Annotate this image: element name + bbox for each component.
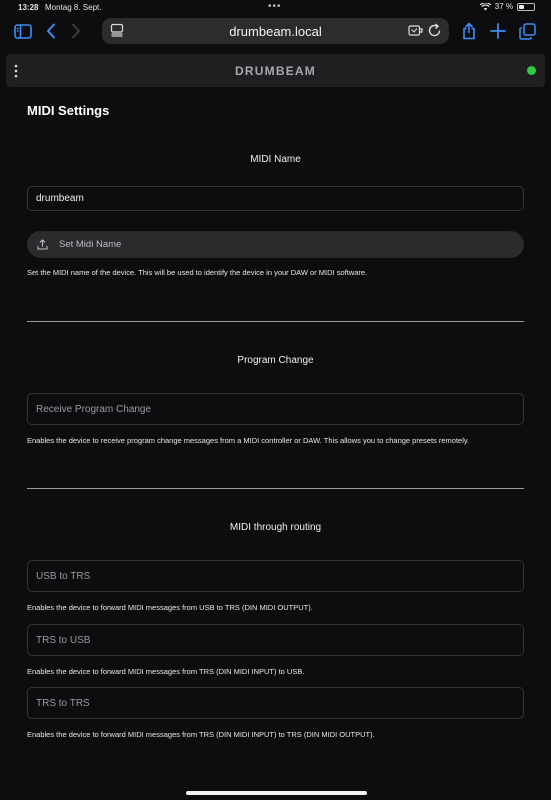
section-title-midi-routing: MIDI through routing [229, 522, 322, 533]
forward-icon[interactable] [65, 20, 87, 42]
usb-to-trs-label: USB to TRS [36, 570, 91, 582]
app-header: DRUMBEAM [6, 54, 545, 87]
trs-to-trs-help: Enables the device to forward MIDI messa… [27, 730, 375, 739]
browser-toolbar: drumbeam.local [0, 14, 551, 48]
address-bar[interactable]: drumbeam.local [102, 18, 449, 44]
status-date: Montag 8. Sept. [45, 3, 102, 12]
receive-program-change-label: Receive Program Change [36, 403, 152, 415]
trs-to-trs-toggle[interactable]: TRS to TRS [27, 687, 524, 719]
divider [27, 488, 524, 489]
page-title: MIDI Settings [27, 103, 110, 118]
trs-to-usb-help: Enables the device to forward MIDI messa… [27, 667, 305, 676]
battery-percent: 37 % [494, 2, 513, 11]
wifi-icon [479, 2, 491, 10]
trs-to-trs-label: TRS to TRS [36, 697, 90, 709]
section-title-program-change: Program Change [237, 355, 314, 366]
set-midi-name-label: Set Midi Name [59, 239, 122, 250]
trs-to-usb-label: TRS to USB [36, 634, 91, 646]
midi-name-input[interactable]: drumbeam [27, 186, 524, 211]
midi-name-value: drumbeam [36, 193, 84, 204]
usb-to-trs-help: Enables the device to forward MIDI messa… [27, 603, 313, 612]
app-title: DRUMBEAM [235, 64, 316, 78]
new-tab-icon[interactable] [487, 20, 509, 42]
sidebar-icon[interactable] [12, 20, 34, 42]
section-title-midi-name: MIDI Name [250, 154, 301, 165]
program-change-help: Enables the device to receive program ch… [27, 436, 470, 445]
usb-to-trs-toggle[interactable]: USB to TRS [27, 560, 524, 592]
reload-icon[interactable] [427, 23, 442, 38]
battery-fill [519, 4, 524, 9]
multitasking-dots-icon[interactable]: ••• [268, 1, 282, 12]
set-midi-name-button[interactable]: Set Midi Name [27, 231, 524, 258]
status-bar: 13:28 Montag 8. Sept. ••• 37 % [0, 0, 551, 14]
status-time: 13:28 [18, 3, 39, 12]
home-indicator[interactable] [186, 791, 367, 795]
share-icon[interactable] [458, 20, 480, 42]
receive-program-change-toggle[interactable]: Receive Program Change [27, 393, 524, 425]
connection-status-indicator [527, 66, 536, 75]
trs-to-usb-toggle[interactable]: TRS to USB [27, 624, 524, 656]
reader-icon[interactable] [408, 23, 423, 38]
midi-name-help: Set the MIDI name of the device. This wi… [27, 268, 368, 277]
status-right: 37 % [479, 2, 535, 11]
upload-icon [37, 239, 48, 250]
tabs-icon[interactable] [516, 20, 538, 42]
url-text[interactable]: drumbeam.local [102, 24, 449, 39]
divider [27, 321, 524, 322]
back-icon[interactable] [40, 20, 62, 42]
battery-icon [517, 2, 535, 11]
